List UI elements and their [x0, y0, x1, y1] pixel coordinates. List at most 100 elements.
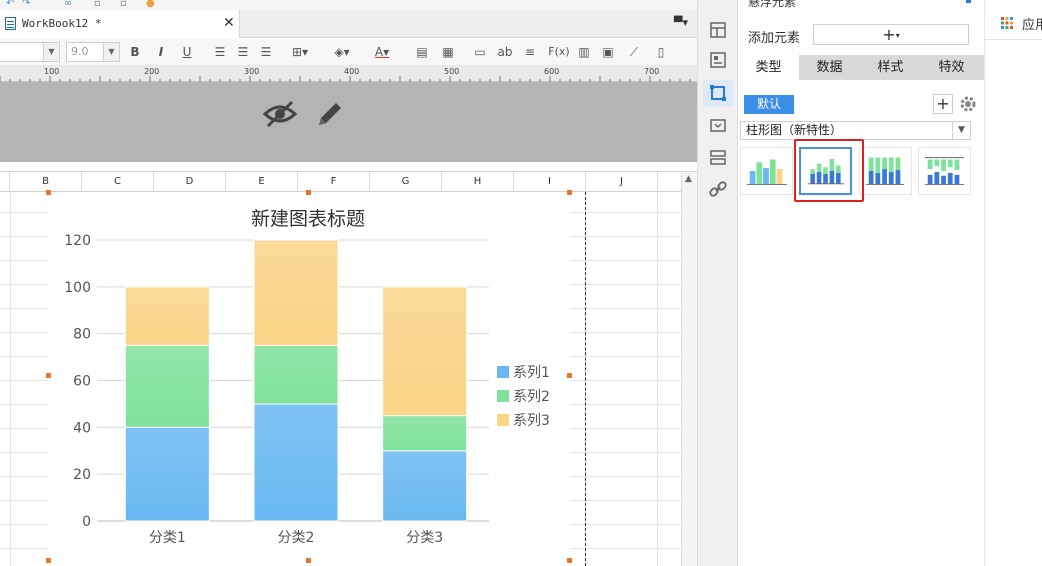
- chart-title: 新建图表标题: [251, 208, 365, 230]
- split-cells-icon[interactable]: ▦: [440, 43, 456, 61]
- tab-menu-icon[interactable]: ▀▾: [674, 16, 688, 29]
- tab-type[interactable]: 类型: [738, 55, 799, 80]
- font-color-icon[interactable]: A▾: [368, 43, 396, 61]
- format-toolbar: ▼ 9.0 ▼ B I U ☰ ☰ ☰ ⊞▾ ◈▾ A▾ ▤ ▦ ▭ ab ≡ …: [0, 39, 697, 65]
- underline-button[interactable]: U: [180, 43, 194, 61]
- text-button[interactable]: ab: [496, 43, 514, 61]
- x-tick-label: 分类1: [149, 530, 186, 546]
- insert-textbox-icon[interactable]: ▭: [472, 43, 488, 61]
- y-tick-label: 100: [64, 280, 91, 296]
- gear-icon[interactable]: [959, 95, 977, 113]
- paragraph-icon[interactable]: ≡: [522, 43, 538, 61]
- column-header-f[interactable]: F: [298, 172, 370, 192]
- resize-handle[interactable]: [46, 558, 51, 563]
- column-header-g[interactable]: G: [370, 172, 442, 192]
- default-button[interactable]: 默认: [744, 95, 794, 114]
- legend-swatch: [497, 414, 509, 426]
- app-window: ↶ ↷ ∞ ▫ ▫ ● WorkBook12 * ✕ ▀▾ ▼ 9.0 ▼ B …: [0, 0, 1042, 566]
- ruler-ticks: 100 200 300 400 500 600 700: [0, 67, 691, 82]
- column-header-b[interactable]: B: [10, 172, 82, 192]
- redo-icon[interactable]: ↷: [22, 0, 30, 9]
- top-strip: ↶ ↷ ∞ ▫ ▫ ●: [0, 0, 697, 10]
- formula-button[interactable]: F(x): [548, 43, 570, 61]
- condition-attribute-icon[interactable]: [708, 147, 728, 167]
- column-header-e[interactable]: E: [226, 172, 298, 192]
- y-tick-label: 20: [73, 467, 91, 483]
- merge-cells-icon[interactable]: ▤: [414, 43, 430, 61]
- insert-chart-icon[interactable]: ▥: [576, 43, 592, 61]
- tab-effect[interactable]: 特效: [921, 55, 982, 80]
- chevron-down-icon: ▾: [895, 31, 900, 40]
- edit-pencil-icon[interactable]: [314, 98, 346, 130]
- copy-icon[interactable]: ▫: [94, 0, 101, 9]
- apps-grid-icon[interactable]: [1001, 17, 1013, 29]
- font-size-select[interactable]: 9.0 ▼: [66, 42, 120, 62]
- column-header-d[interactable]: D: [154, 172, 226, 192]
- resize-handle[interactable]: [46, 373, 51, 378]
- widget-icon[interactable]: [708, 115, 728, 135]
- bar-segment: [253, 403, 339, 522]
- resize-handle[interactable]: [306, 190, 311, 195]
- link-icon[interactable]: ∞: [64, 0, 72, 9]
- bold-button[interactable]: B: [128, 43, 142, 61]
- bar-segment: [124, 286, 210, 346]
- column-header-j[interactable]: J: [586, 172, 658, 192]
- format-brush-icon[interactable]: ●: [146, 0, 155, 9]
- resize-handle[interactable]: [567, 190, 572, 195]
- align-center-icon[interactable]: ☰: [235, 43, 251, 61]
- hide-eye-icon[interactable]: [262, 98, 298, 130]
- tab-style[interactable]: 样式: [860, 55, 921, 80]
- add-button[interactable]: +: [933, 94, 953, 114]
- workbook-tab[interactable]: WorkBook12 * ✕: [0, 10, 240, 38]
- close-tab-icon[interactable]: ✕: [223, 15, 235, 31]
- italic-button[interactable]: I: [154, 43, 168, 61]
- add-element-dropdown[interactable]: +▾: [813, 24, 969, 45]
- resize-handle[interactable]: [567, 558, 572, 563]
- y-tick-label: 0: [82, 514, 91, 530]
- bar-segment: [253, 239, 339, 346]
- hyperlink-icon[interactable]: [708, 179, 728, 199]
- column-header-c[interactable]: C: [82, 172, 154, 192]
- thumb-clustered-bar[interactable]: [740, 147, 793, 195]
- apps-label[interactable]: 应用: [1022, 14, 1042, 33]
- column-header-stub[interactable]: [0, 172, 10, 192]
- undo-icon[interactable]: ↶: [6, 0, 14, 9]
- horizontal-ruler: 100 200 300 400 500 600 700: [0, 65, 697, 82]
- paste-icon[interactable]: ▫: [120, 0, 127, 9]
- panel-tabs: 类型 数据 样式 特效: [738, 55, 984, 80]
- column-header-h[interactable]: H: [442, 172, 514, 192]
- slash-icon[interactable]: ⟋: [626, 43, 642, 61]
- ruler-label: 700: [644, 67, 659, 76]
- add-element-plus: +: [882, 25, 896, 44]
- chart-type-value: 柱形图（新特性）: [746, 123, 843, 137]
- pin-icon[interactable]: [966, 0, 971, 3]
- vertical-scrollbar[interactable]: ▲: [681, 172, 697, 566]
- bar-segment: [382, 415, 468, 452]
- chart-widget[interactable]: 新建图表标题 0 20 40 60 80 100 120 分类1 分类2 分类3 系列1 系列2 系列3: [48, 192, 570, 566]
- report-attribute-icon[interactable]: [708, 50, 728, 70]
- subreport-icon[interactable]: ▯: [654, 43, 668, 61]
- bar-segment: [124, 344, 210, 428]
- align-right-icon[interactable]: ☰: [258, 43, 274, 61]
- column-header-i[interactable]: I: [514, 172, 586, 192]
- resize-handle[interactable]: [567, 373, 572, 378]
- page-break-line: [585, 192, 586, 566]
- highlight-box: [794, 139, 864, 202]
- float-element-icon[interactable]: [708, 83, 728, 103]
- scroll-up-icon[interactable]: ▲: [685, 174, 692, 184]
- thumb-custom-stacked-bar[interactable]: [918, 147, 971, 195]
- chevron-down-icon: ▼: [952, 122, 970, 139]
- y-tick-label: 40: [73, 420, 91, 436]
- workbook-tab-bar: WorkBook12 * ✕ ▀▾: [0, 10, 697, 38]
- tab-data[interactable]: 数据: [799, 55, 860, 80]
- chart-type-select[interactable]: 柱形图（新特性） ▼: [740, 121, 971, 140]
- font-family-select[interactable]: ▼: [0, 42, 60, 62]
- resize-handle[interactable]: [46, 190, 51, 195]
- cell-attribute-icon[interactable]: [708, 20, 728, 40]
- resize-handle[interactable]: [306, 558, 311, 563]
- align-left-icon[interactable]: ☰: [212, 43, 228, 61]
- border-icon[interactable]: ⊞▾: [287, 43, 313, 61]
- thumb-percent-stacked-bar[interactable]: [859, 147, 912, 195]
- fill-color-icon[interactable]: ◈▾: [328, 43, 356, 61]
- insert-image-icon[interactable]: ▣: [600, 43, 616, 61]
